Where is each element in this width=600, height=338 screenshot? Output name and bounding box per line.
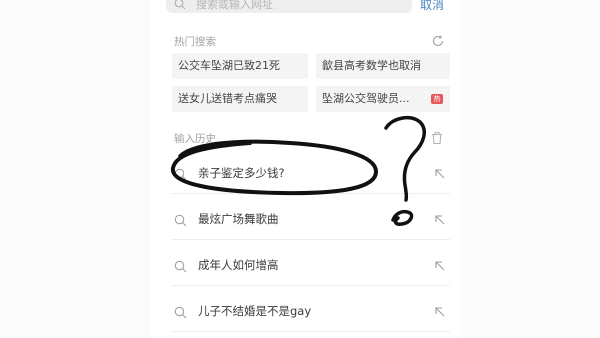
history-row[interactable]: 儿子不结婚是不是gay [172,288,450,332]
trash-icon[interactable] [430,130,444,149]
fill-arrow-icon[interactable] [434,257,446,276]
search-placeholder: 搜索或输入网址 [196,0,273,11]
history-label: 儿子不结婚是不是gay [198,304,312,318]
history-row[interactable]: 亲子鉴定多少钱? [172,150,450,194]
cancel-button[interactable]: 取消 [420,0,444,13]
hot-search-label: 坠湖公交驾驶员... [322,92,410,105]
photo-margin-left [0,0,150,338]
hot-search-label: 歙县高考数学也取消 [322,59,421,72]
search-icon [174,258,187,277]
hot-search-item[interactable]: 歙县高考数学也取消 [316,53,450,79]
hot-search-item[interactable]: 公交车坠湖已致21死 [172,53,308,79]
refresh-icon[interactable] [431,33,445,52]
history-label: 成年人如何增高 [198,258,279,272]
history-label: 最炫广场舞歌曲 [198,212,279,226]
search-icon [174,0,186,14]
input-history-title: 输入历史 [174,133,216,145]
history-row[interactable]: 成年人如何增高 [172,242,450,286]
photo-margin-right [460,0,600,338]
hot-search-label: 公交车坠湖已致21死 [178,59,280,72]
hot-search-item[interactable]: 送女儿送错考点痛哭 [172,86,308,112]
hot-search-item[interactable]: 坠湖公交驾驶员... 热 [316,86,450,112]
hot-badge: 热 [431,94,443,104]
search-icon [174,304,187,323]
hot-search-label: 送女儿送错考点痛哭 [178,92,277,105]
search-input[interactable]: 搜索或输入网址 [166,0,412,13]
history-row[interactable]: 最炫广场舞歌曲 [172,196,450,240]
search-icon [174,166,187,185]
history-label: 亲子鉴定多少钱? [198,166,285,180]
browser-search-screen: 搜索或输入网址 取消 热门搜索 公交车坠湖已致21死 歙县高考数学也取消 送女儿… [150,0,460,338]
search-icon [174,212,187,231]
fill-arrow-icon[interactable] [434,211,446,230]
fill-arrow-icon[interactable] [434,165,446,184]
fill-arrow-icon[interactable] [434,303,446,322]
hot-search-title: 热门搜索 [174,36,216,48]
